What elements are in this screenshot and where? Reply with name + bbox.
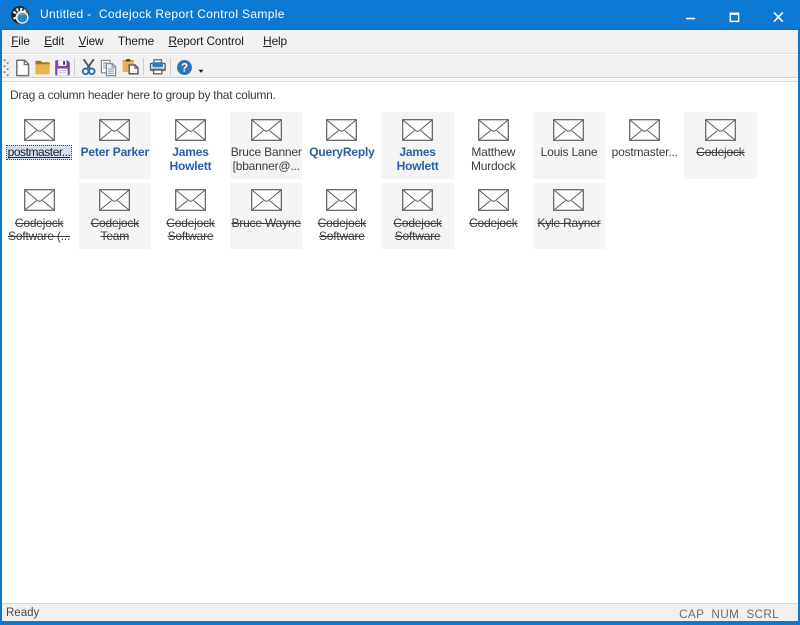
- svg-text:?: ?: [180, 63, 187, 75]
